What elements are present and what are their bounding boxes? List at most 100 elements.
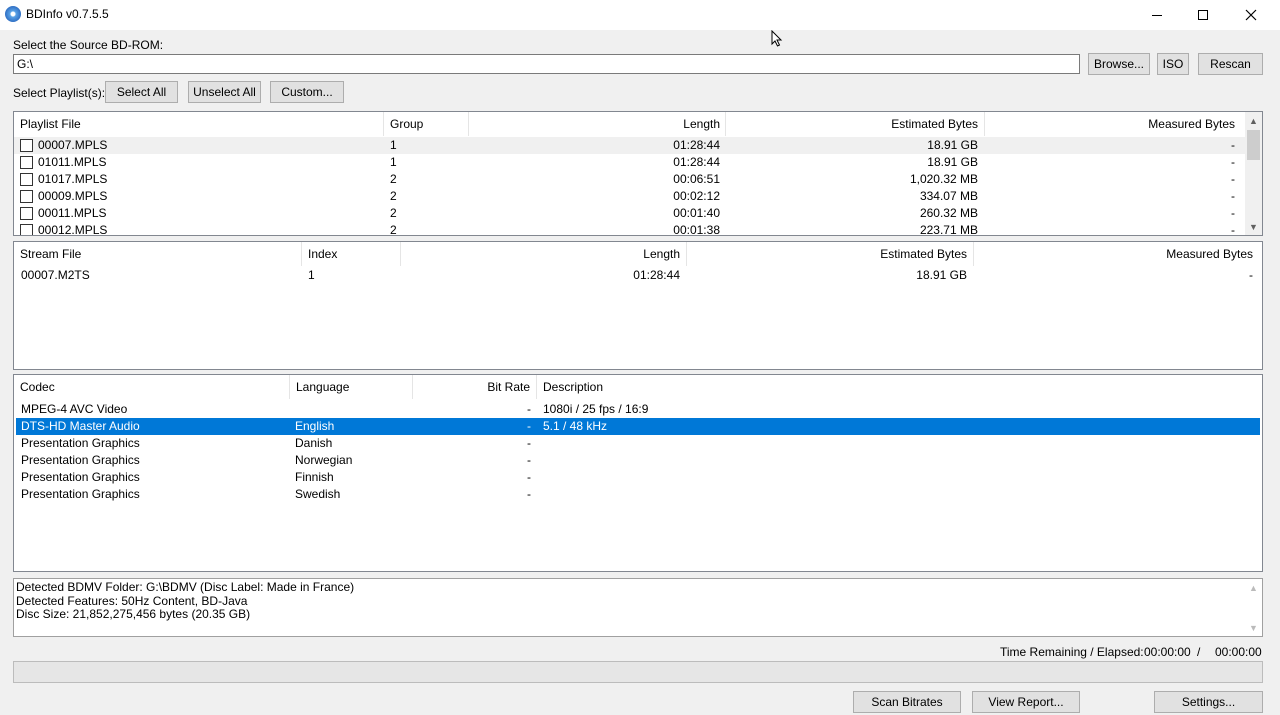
browse-button[interactable]: Browse...: [1088, 53, 1150, 75]
playlist-row[interactable]: 00007.MPLS 1 01:28:44 18.91 GB -: [14, 137, 1245, 154]
col-language[interactable]: Language: [290, 375, 412, 399]
time-remaining: 00:00:00: [1144, 645, 1191, 659]
scan-bitrates-button[interactable]: Scan Bitrates: [853, 691, 961, 713]
playlist-file: 01011.MPLS: [38, 155, 107, 169]
stream-index: 1: [308, 268, 315, 282]
source-label: Select the Source BD-ROM:: [13, 38, 164, 52]
col-bit-rate[interactable]: Bit Rate: [413, 375, 536, 399]
playlist-row[interactable]: 00009.MPLS 2 00:02:12 334.07 MB -: [14, 188, 1245, 205]
unselect-all-button[interactable]: Unselect All: [188, 81, 261, 103]
close-button[interactable]: [1228, 0, 1274, 30]
col-length[interactable]: Length: [469, 112, 726, 136]
maximize-button[interactable]: [1180, 0, 1226, 30]
codec-row[interactable]: Presentation Graphics Norwegian -: [16, 452, 1260, 469]
col-measured-bytes[interactable]: Measured Bytes: [985, 112, 1241, 136]
playlist-measured: -: [1231, 138, 1235, 152]
app-disc-icon: [5, 6, 21, 22]
source-path-input[interactable]: G:\: [13, 54, 1080, 74]
col-group[interactable]: Group: [384, 112, 468, 136]
playlist-scrollbar[interactable]: ▲ ▼: [1245, 112, 1262, 235]
codec-row-selected[interactable]: DTS-HD Master Audio English - 5.1 / 48 k…: [16, 418, 1260, 435]
playlist-file: 00007.MPLS: [38, 138, 108, 152]
select-all-button[interactable]: Select All: [105, 81, 178, 103]
playlist-file: 00011.MPLS: [38, 206, 107, 220]
checkbox-icon[interactable]: [20, 156, 33, 169]
playlist-row[interactable]: 00011.MPLS 2 00:01:40 260.32 MB -: [14, 205, 1245, 222]
title-bar[interactable]: [0, 0, 1280, 30]
col-estimated-bytes[interactable]: Estimated Bytes: [687, 242, 973, 266]
codec-bitrate: -: [527, 487, 531, 501]
col-codec[interactable]: Codec: [14, 375, 289, 399]
stream-est: 18.91 GB: [916, 268, 967, 282]
col-playlist-file[interactable]: Playlist File: [14, 112, 384, 136]
minimize-button[interactable]: [1134, 0, 1180, 30]
codec-row[interactable]: MPEG-4 AVC Video - 1080i / 25 fps / 16:9: [16, 401, 1260, 418]
stream-measured: -: [1249, 268, 1253, 282]
codec-name: DTS-HD Master Audio: [21, 419, 140, 433]
maximize-icon: [1198, 10, 1208, 20]
col-stream-file[interactable]: Stream File: [14, 242, 301, 266]
playlist-list[interactable]: Playlist File Group Length Estimated Byt…: [13, 111, 1263, 236]
playlist-row[interactable]: 01011.MPLS 1 01:28:44 18.91 GB -: [14, 154, 1245, 171]
playlist-est: 1,020.32 MB: [909, 172, 978, 186]
playlist-file: 00012.MPLS: [38, 223, 108, 236]
playlist-length: 00:01:40: [673, 206, 720, 220]
playlist-length: 00:02:12: [673, 189, 720, 203]
disc-info-textarea[interactable]: Detected BDMV Folder: G:\BDMV (Disc Labe…: [13, 578, 1263, 637]
scroll-down-icon[interactable]: ▼: [1245, 619, 1262, 636]
stream-row[interactable]: 00007.M2TS 1 01:28:44 18.91 GB -: [14, 267, 1262, 284]
minimize-icon: [1152, 15, 1162, 16]
select-playlists-label: Select Playlist(s):: [13, 86, 106, 100]
playlist-est: 18.91 GB: [927, 138, 978, 152]
col-length[interactable]: Length: [401, 242, 686, 266]
playlist-row[interactable]: 00012.MPLS 2 00:01:38 223.71 MB -: [14, 222, 1245, 236]
col-measured-bytes[interactable]: Measured Bytes: [974, 242, 1259, 266]
scroll-up-icon[interactable]: ▲: [1245, 579, 1262, 596]
codec-row[interactable]: Presentation Graphics Danish -: [16, 435, 1260, 452]
playlist-group: 2: [390, 206, 397, 220]
checkbox-icon[interactable]: [20, 224, 33, 235]
codec-name: Presentation Graphics: [21, 436, 140, 450]
custom-button[interactable]: Custom...: [270, 81, 344, 103]
stream-list[interactable]: Stream File Index Length Estimated Bytes…: [13, 241, 1263, 370]
playlist-measured: -: [1231, 155, 1235, 169]
playlist-length: 00:01:38: [673, 223, 720, 236]
col-estimated-bytes[interactable]: Estimated Bytes: [726, 112, 984, 136]
codec-language: Danish: [295, 436, 333, 450]
playlist-length: 00:06:51: [673, 172, 720, 186]
info-line-features: Detected Features: 50Hz Content, BD-Java: [16, 593, 248, 608]
codec-list[interactable]: Codec Language Bit Rate Description MPEG…: [13, 374, 1263, 572]
checkbox-icon[interactable]: [20, 207, 33, 220]
scroll-up-icon[interactable]: ▲: [1245, 112, 1262, 129]
iso-button[interactable]: ISO: [1157, 53, 1189, 75]
playlist-row[interactable]: 01017.MPLS 2 00:06:51 1,020.32 MB -: [14, 171, 1245, 188]
time-label: Time Remaining / Elapsed:: [1000, 645, 1144, 659]
scroll-down-icon[interactable]: ▼: [1245, 218, 1262, 235]
info-line-size: Disc Size: 21,852,275,456 bytes (20.35 G…: [16, 607, 251, 621]
col-description[interactable]: Description: [537, 375, 937, 399]
col-index[interactable]: Index: [302, 242, 400, 266]
settings-button[interactable]: Settings...: [1154, 691, 1263, 713]
close-icon: [1245, 9, 1257, 21]
view-report-button[interactable]: View Report...: [972, 691, 1080, 713]
codec-row[interactable]: Presentation Graphics Finnish -: [16, 469, 1260, 486]
playlist-measured: -: [1231, 206, 1235, 220]
codec-row[interactable]: Presentation Graphics Swedish -: [16, 486, 1260, 503]
rescan-button[interactable]: Rescan: [1198, 53, 1263, 75]
info-scrollbar[interactable]: ▲ ▼: [1245, 579, 1262, 636]
time-separator: /: [1197, 645, 1201, 659]
playlist-est: 18.91 GB: [927, 155, 978, 169]
codec-language: Finnish: [295, 470, 334, 484]
playlist-file: 01017.MPLS: [38, 172, 108, 186]
playlist-measured: -: [1231, 189, 1235, 203]
checkbox-icon[interactable]: [20, 139, 33, 152]
codec-name: Presentation Graphics: [21, 487, 140, 501]
codec-bitrate: -: [527, 419, 531, 433]
scroll-thumb[interactable]: [1247, 130, 1260, 160]
checkbox-icon[interactable]: [20, 190, 33, 203]
playlist-length: 01:28:44: [673, 138, 720, 152]
codec-name: MPEG-4 AVC Video: [21, 402, 128, 416]
codec-description: 5.1 / 48 kHz: [543, 419, 608, 433]
codec-bitrate: -: [527, 470, 531, 484]
checkbox-icon[interactable]: [20, 173, 33, 186]
